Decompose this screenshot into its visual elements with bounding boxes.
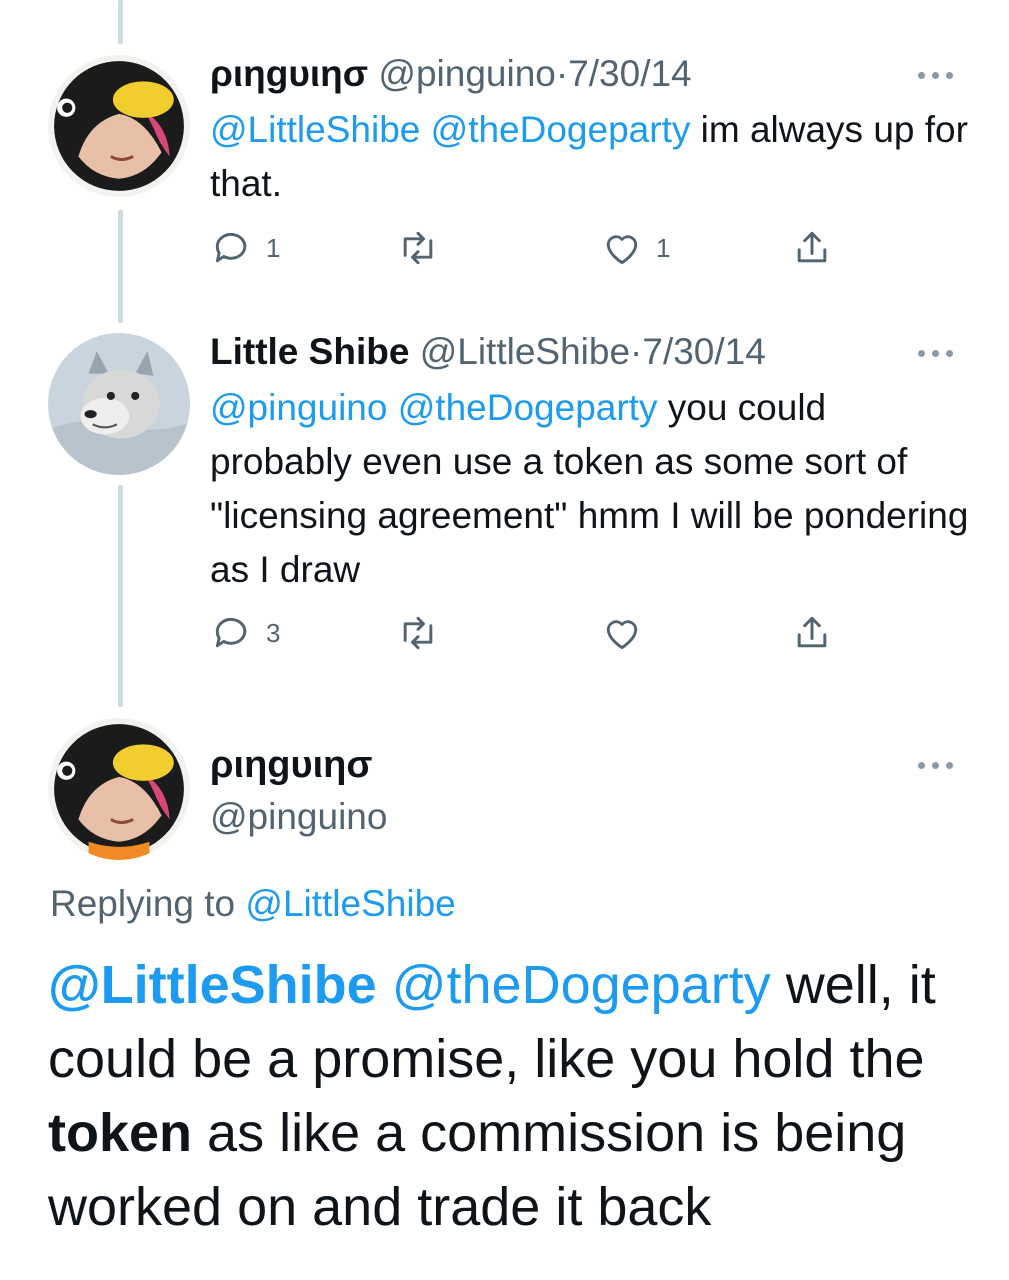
reply-icon xyxy=(215,617,247,648)
focus-tweet-text: @LittleShibe @theDogeparty well, it coul… xyxy=(48,948,978,1244)
more-dot-icon xyxy=(932,350,939,357)
share-icon xyxy=(797,231,827,263)
more-dot-icon xyxy=(932,72,939,79)
replying-prefix: Replying to xyxy=(50,883,246,924)
retweet-button[interactable] xyxy=(396,226,452,270)
user-handle[interactable]: @pinguino xyxy=(378,53,555,94)
more-dot-icon xyxy=(946,350,953,357)
replying-to-link[interactable]: @LittleShibe xyxy=(245,883,455,924)
more-dot-icon xyxy=(918,72,925,79)
tweet-text: @pinguino @theDogeparty you could probab… xyxy=(210,381,970,597)
reply-count: 3 xyxy=(266,617,281,648)
tweet-actions: 3 xyxy=(210,611,850,661)
mention-link[interactable]: @theDogeparty xyxy=(392,955,771,1015)
reply-button[interactable]: 1 xyxy=(210,226,280,270)
thread-line-2 xyxy=(118,485,123,707)
share-button[interactable] xyxy=(790,226,834,270)
display-name[interactable]: Little Shibe xyxy=(210,331,409,372)
retweet-icon xyxy=(403,231,433,265)
tweet-date[interactable]: 7/30/14 xyxy=(642,331,765,372)
more-dot-icon xyxy=(918,350,925,357)
like-button[interactable] xyxy=(600,611,656,655)
like-count: 1 xyxy=(656,232,671,263)
tweet-header: Little Shibe @LittleShibe·7/30/14 xyxy=(210,330,766,374)
retweet-button[interactable] xyxy=(396,611,452,655)
more-dot-icon xyxy=(946,72,953,79)
separator-dot: · xyxy=(555,53,569,94)
mention-link[interactable]: @LittleShibe xyxy=(210,109,420,150)
more-dot-icon xyxy=(932,762,939,769)
replying-to: Replying to @LittleShibe xyxy=(50,880,456,928)
reply-count: 1 xyxy=(266,232,281,263)
reply-icon xyxy=(215,232,247,263)
reply-button[interactable]: 3 xyxy=(210,611,280,655)
display-name[interactable]: ριηgυιησ xyxy=(210,53,368,94)
penguin-hat-avatar-icon xyxy=(48,718,190,860)
share-icon xyxy=(797,616,827,648)
mention-link[interactable]: @theDogeparty xyxy=(431,109,691,150)
more-options-button[interactable] xyxy=(918,72,953,79)
mention-link[interactable]: @LittleShibe xyxy=(48,955,377,1015)
tweet-header: ριηgυιησ @pinguino·7/30/14 xyxy=(210,52,692,96)
tweet-date[interactable]: 7/30/14 xyxy=(568,53,691,94)
tweet-actions: 1 1 xyxy=(210,226,850,276)
more-options-button[interactable] xyxy=(918,350,953,357)
user-handle[interactable]: @pinguino xyxy=(210,795,387,839)
avatar[interactable] xyxy=(48,718,190,860)
more-dot-icon xyxy=(918,762,925,769)
avatar[interactable] xyxy=(48,333,190,475)
heart-icon xyxy=(606,620,638,650)
user-handle[interactable]: @LittleShibe xyxy=(420,331,630,372)
thread-line-top xyxy=(118,0,123,44)
mention-link[interactable]: @pinguino xyxy=(210,387,387,428)
penguin-hat-avatar-icon xyxy=(48,55,190,197)
bold-keyword: token xyxy=(48,1103,193,1163)
separator-dot: · xyxy=(630,331,643,372)
heart-icon xyxy=(606,235,638,265)
display-name[interactable]: ριηgυιησ xyxy=(210,740,372,790)
share-button[interactable] xyxy=(790,611,834,655)
retweet-icon xyxy=(403,616,433,650)
shiba-dog-avatar-icon xyxy=(48,333,190,475)
thread-line-1 xyxy=(118,210,123,323)
mention-link[interactable]: @theDogeparty xyxy=(398,387,658,428)
more-dot-icon xyxy=(946,762,953,769)
more-options-button[interactable] xyxy=(918,762,953,769)
avatar[interactable] xyxy=(48,55,190,197)
tweet-text: @LittleShibe @theDogeparty im always up … xyxy=(210,103,970,211)
like-button[interactable]: 1 xyxy=(600,226,670,270)
